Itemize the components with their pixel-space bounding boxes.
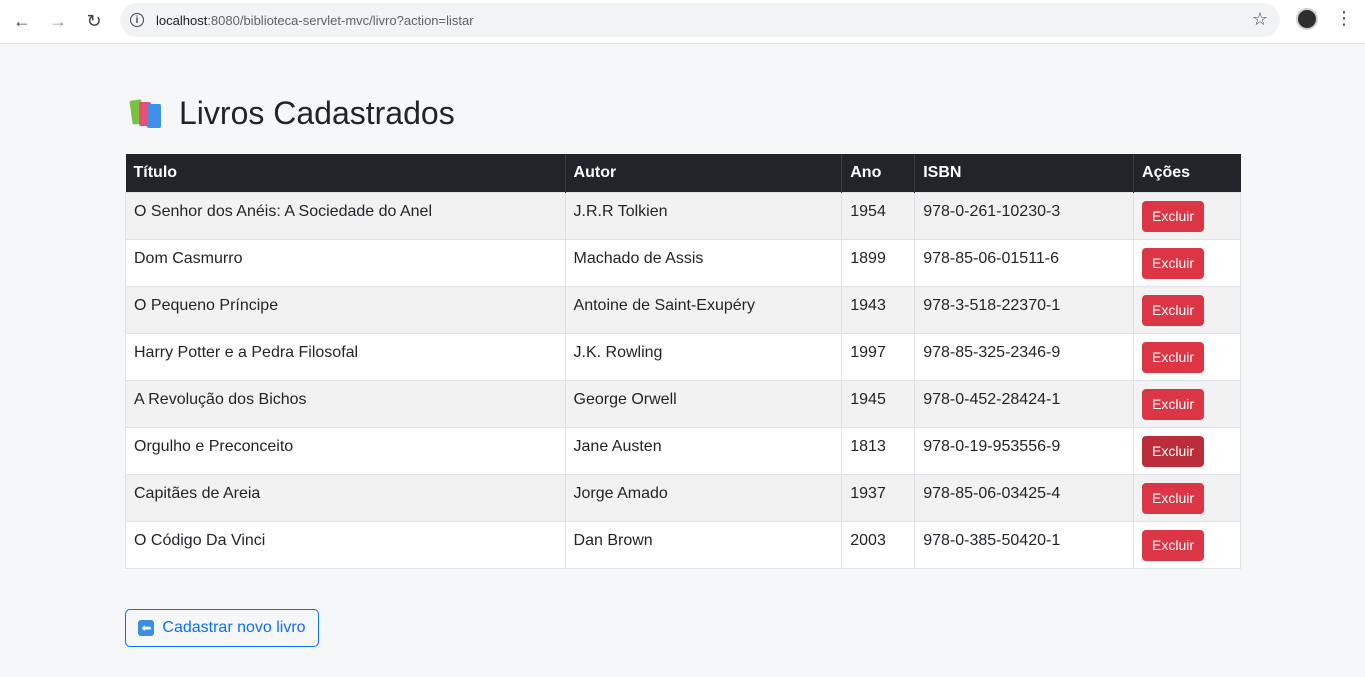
cell-acoes: Excluir (1133, 239, 1241, 287)
cell-titulo: O Senhor dos Anéis: A Sociedade do Anel (125, 192, 566, 240)
cell-acoes: Excluir (1133, 521, 1241, 569)
cell-autor: Dan Brown (564, 521, 843, 569)
table-row: Harry Potter e a Pedra Filosofal J.K. Ro… (125, 333, 1241, 381)
books-table: Título Autor Ano ISBN Ações O Senhor dos… (125, 154, 1241, 569)
column-header-acoes: Ações (1133, 154, 1241, 193)
cell-autor: Antoine de Saint-Exupéry (564, 286, 843, 334)
books-icon (129, 97, 165, 129)
table-row: A Revolução dos Bichos George Orwell 194… (125, 380, 1241, 428)
delete-button[interactable]: Excluir (1142, 295, 1205, 326)
table-row: O Senhor dos Anéis: A Sociedade do Anel … (125, 192, 1241, 240)
cell-isbn: 978-3-518-22370-1 (914, 286, 1135, 334)
cell-isbn: 978-85-06-03425-4 (914, 474, 1135, 522)
table-row: Orgulho e Preconceito Jane Austen 1813 9… (125, 427, 1241, 475)
cell-titulo: A Revolução dos Bichos (125, 380, 566, 428)
cell-isbn: 978-85-325-2346-9 (914, 333, 1135, 381)
cell-acoes: Excluir (1133, 427, 1241, 475)
delete-button[interactable]: Excluir (1142, 342, 1205, 373)
cell-ano: 1945 (841, 380, 916, 428)
delete-button[interactable]: Excluir (1142, 201, 1205, 232)
left-arrow-icon: ⬅ (138, 620, 155, 636)
cell-ano: 1997 (841, 333, 916, 381)
cell-autor: Jorge Amado (564, 474, 843, 522)
cell-titulo: Orgulho e Preconceito (125, 427, 566, 475)
delete-button[interactable]: Excluir (1142, 248, 1205, 279)
back-arrow-icon[interactable]: ← (4, 3, 40, 39)
page-title: Livros Cadastrados (179, 95, 455, 131)
cell-isbn: 978-0-385-50420-1 (914, 521, 1135, 569)
column-header-ano: Ano (841, 154, 916, 193)
table-row: Capitães de Areia Jorge Amado 1937 978-8… (125, 474, 1241, 522)
column-header-isbn: ISBN (914, 154, 1135, 193)
cell-titulo: Capitães de Areia (125, 474, 566, 522)
url-path: :8080/biblioteca-servlet-mvc/livro?actio… (207, 12, 474, 28)
table-row: O Código Da Vinci Dan Brown 2003 978-0-3… (125, 521, 1241, 569)
register-new-book-button[interactable]: ⬅ Cadastrar novo livro (125, 609, 319, 647)
delete-button[interactable]: Excluir (1142, 483, 1205, 514)
cell-autor: Machado de Assis (564, 239, 843, 287)
address-bar[interactable]: i localhost:8080/biblioteca-servlet-mvc/… (120, 3, 1280, 37)
site-info-icon[interactable]: i (130, 13, 144, 27)
reload-icon[interactable]: ↻ (76, 3, 112, 39)
page-header: Livros Cadastrados (125, 90, 1241, 136)
delete-button[interactable]: Excluir (1142, 389, 1205, 420)
cell-titulo: O Código Da Vinci (125, 521, 566, 569)
cell-acoes: Excluir (1133, 192, 1241, 240)
kebab-menu-icon[interactable]: ⋮ (1334, 8, 1354, 29)
table-row: O Pequeno Príncipe Antoine de Saint-Exup… (125, 286, 1241, 334)
column-header-autor: Autor (565, 154, 843, 193)
cell-isbn: 978-0-19-953556-9 (914, 427, 1135, 475)
cell-acoes: Excluir (1133, 333, 1241, 381)
table-header-row: Título Autor Ano ISBN Ações (125, 154, 1241, 193)
cell-acoes: Excluir (1133, 474, 1241, 522)
cell-ano: 1954 (841, 192, 916, 240)
cell-isbn: 978-85-06-01511-6 (914, 239, 1135, 287)
cell-titulo: Harry Potter e a Pedra Filosofal (125, 333, 566, 381)
cell-ano: 2003 (841, 521, 916, 569)
delete-button[interactable]: Excluir (1142, 436, 1205, 467)
register-new-book-label: Cadastrar novo livro (162, 619, 306, 636)
profile-avatar-icon[interactable] (1296, 8, 1318, 30)
url-host: localhost (156, 12, 208, 28)
page-content: Livros Cadastrados Título Autor Ano ISBN… (125, 90, 1241, 647)
cell-ano: 1943 (841, 286, 916, 334)
table-row: Dom Casmurro Machado de Assis 1899 978-8… (125, 239, 1241, 287)
browser-toolbar: ← → ↻ i localhost:8080/biblioteca-servle… (0, 0, 1365, 44)
cell-titulo: O Pequeno Príncipe (125, 286, 566, 334)
cell-autor: J.K. Rowling (564, 333, 843, 381)
cell-ano: 1813 (841, 427, 916, 475)
cell-isbn: 978-0-261-10230-3 (914, 192, 1135, 240)
cell-autor: J.R.R Tolkien (564, 192, 843, 240)
cell-ano: 1937 (841, 474, 916, 522)
cell-titulo: Dom Casmurro (125, 239, 566, 287)
column-header-titulo: Título (125, 154, 566, 193)
cell-autor: Jane Austen (564, 427, 843, 475)
delete-button[interactable]: Excluir (1142, 530, 1205, 561)
bookmark-star-icon[interactable]: ☆ (1252, 9, 1268, 30)
url-text[interactable]: localhost:8080/biblioteca-servlet-mvc/li… (156, 13, 474, 28)
forward-arrow-icon[interactable]: → (40, 3, 76, 39)
cell-acoes: Excluir (1133, 286, 1241, 334)
cell-autor: George Orwell (564, 380, 843, 428)
cell-acoes: Excluir (1133, 380, 1241, 428)
cell-ano: 1899 (841, 239, 916, 287)
cell-isbn: 978-0-452-28424-1 (914, 380, 1135, 428)
